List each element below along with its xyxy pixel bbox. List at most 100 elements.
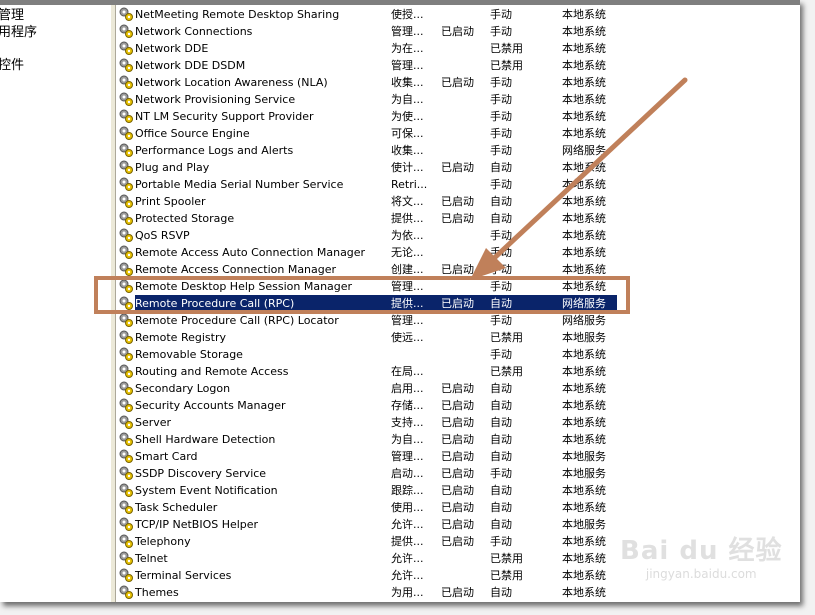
service-row[interactable]: Plug and Play 使计... 已启动 自动 本地系统: [116, 159, 626, 176]
service-status: 已启动: [441, 25, 474, 38]
service-row[interactable]: Removable Storage 手动 本地系统: [116, 346, 626, 363]
service-row[interactable]: Server 支持... 已启动 自动 本地系统: [116, 414, 626, 431]
service-row[interactable]: Remote Desktop Help Session Manager 管理...…: [116, 278, 626, 295]
service-gear-icon: [118, 125, 134, 141]
service-row-selected[interactable]: Remote Procedure Call (RPC) 提供... 已启动 自动 网络服…: [119, 295, 617, 312]
service-description: 管理...: [391, 314, 424, 327]
service-name: Terminal Services: [135, 569, 232, 582]
service-row[interactable]: Network DDE 为在... 已禁用 本地系统: [116, 40, 626, 57]
service-name: Plug and Play: [135, 161, 210, 174]
service-startup-type: 已禁用: [490, 569, 523, 582]
service-startup-type: 自动: [490, 212, 512, 225]
service-gear-icon: [118, 278, 134, 294]
service-row[interactable]: TCP/IP NetBIOS Helper 允许... 已启动 自动 本地服务: [116, 516, 626, 533]
service-row[interactable]: Remote Access Auto Connection Manager 无论.…: [116, 244, 626, 261]
service-startup-type: 自动: [490, 297, 512, 310]
service-startup-type: 手动: [490, 280, 512, 293]
service-row[interactable]: Shell Hardware Detection 为自... 已启动 自动 本地系统: [116, 431, 626, 448]
service-startup-type: 手动: [490, 601, 512, 602]
service-gear-icon: [118, 91, 134, 107]
service-row[interactable]: QoS RSVP 为依... 手动 本地系统: [116, 227, 626, 244]
service-row[interactable]: Protected Storage 提供... 已启动 自动 本地系统: [116, 210, 626, 227]
service-logon-as: 本地服务: [562, 331, 606, 344]
service-name: Network Provisioning Service: [135, 93, 296, 106]
service-row[interactable]: Network Location Awareness (NLA) 收集... 已启动…: [116, 74, 626, 91]
service-logon-as: 本地系统: [562, 93, 606, 106]
service-row[interactable]: Network Provisioning Service 为自... 手动 本地系统: [116, 91, 626, 108]
service-logon-as: 本地系统: [562, 399, 606, 412]
service-gear-icon: [118, 482, 134, 498]
service-row[interactable]: Smart Card 管理... 已启动 自动 本地服务: [116, 448, 626, 465]
service-row[interactable]: Remote Procedure Call (RPC) Locator 管理...…: [116, 312, 626, 329]
service-row[interactable]: NetMeeting Remote Desktop Sharing 使授... 手动…: [116, 6, 626, 23]
service-logon-as: 本地系统: [562, 280, 606, 293]
service-gear-icon: [118, 193, 134, 209]
service-name: Portable Media Serial Number Service: [135, 178, 344, 191]
service-status: 已启动: [441, 518, 474, 531]
service-startup-type: 自动: [490, 195, 512, 208]
service-description: 无论...: [391, 246, 424, 259]
service-row[interactable]: Remote Access Connection Manager 创建... 已启动…: [116, 261, 626, 278]
service-description: 使授...: [391, 8, 424, 21]
service-row[interactable]: Remote Registry 使远... 已禁用 本地服务: [116, 329, 626, 346]
service-row[interactable]: Uninterruptible Power Supply 管理... 手动 本地服务: [116, 601, 626, 602]
service-description: Retri...: [391, 178, 428, 191]
service-row[interactable]: NT LM Security Support Provider 为使... 手动 本地…: [116, 108, 626, 125]
service-row[interactable]: Print Spooler 将文... 已启动 自动 本地系统: [116, 193, 626, 210]
service-row[interactable]: Themes 为用... 已启动 自动 本地系统: [116, 584, 626, 601]
service-row[interactable]: Office Source Engine 可保... 手动 本地系统: [116, 125, 626, 142]
service-status: 已启动: [441, 586, 474, 599]
service-row[interactable]: Performance Logs and Alerts 收集... 手动 网络服务: [116, 142, 626, 159]
service-name: Telnet: [135, 552, 168, 565]
service-row[interactable]: Secondary Logon 启用... 已启动 自动 本地系统: [116, 380, 626, 397]
service-name: Network Location Awareness (NLA): [135, 76, 328, 89]
service-startup-type: 手动: [490, 8, 512, 21]
service-row[interactable]: Network Connections 管理... 已启动 手动 本地系统: [116, 23, 626, 40]
tree-item-management[interactable]: 管理: [0, 8, 24, 24]
service-logon-as: 本地系统: [562, 246, 606, 259]
service-row[interactable]: Portable Media Serial Number Service Retr…: [116, 176, 626, 193]
service-gear-icon: [118, 176, 134, 192]
service-description: 管理...: [391, 280, 424, 293]
service-logon-as: 本地服务: [562, 601, 606, 602]
service-description: 启动...: [391, 467, 424, 480]
service-row[interactable]: Telnet 允许... 已禁用 本地系统: [116, 550, 626, 567]
service-logon-as: 本地系统: [562, 25, 606, 38]
service-row[interactable]: Telephony 提供... 已启动 手动 本地系统: [116, 533, 626, 550]
service-row[interactable]: System Event Notification 跟踪... 已启动 自动 本地系统: [116, 482, 626, 499]
service-row[interactable]: Network DDE DSDM 管理... 已禁用 本地系统: [116, 57, 626, 74]
service-gear-icon: [118, 6, 134, 22]
service-name: NetMeeting Remote Desktop Sharing: [135, 8, 340, 21]
service-row[interactable]: Security Accounts Manager 存储... 已启动 自动 本地系统: [116, 397, 626, 414]
service-gear-icon: [118, 346, 134, 362]
service-startup-type: 手动: [490, 229, 512, 242]
service-row[interactable]: SSDP Discovery Service 启动... 已启动 手动 本地服务: [116, 465, 626, 482]
service-gear-icon: [118, 295, 134, 311]
service-description: 将文...: [391, 195, 424, 208]
service-row[interactable]: Task Scheduler 使用... 已启动 自动 本地系统: [116, 499, 626, 516]
service-startup-type: 自动: [490, 382, 512, 395]
service-row[interactable]: Routing and Remote Access 在局... 已禁用 本地系统: [116, 363, 626, 380]
service-gear-icon: [118, 465, 134, 481]
service-logon-as: 本地系统: [562, 127, 606, 140]
service-logon-as: 本地系统: [562, 586, 606, 599]
service-logon-as: 本地系统: [562, 416, 606, 429]
service-startup-type: 自动: [490, 518, 512, 531]
service-name: Office Source Engine: [135, 127, 250, 140]
service-logon-as: 本地服务: [562, 518, 606, 531]
service-description: 允许...: [391, 552, 424, 565]
service-status: 已启动: [441, 467, 474, 480]
tree-item-applications[interactable]: 用程序: [0, 25, 37, 41]
service-gear-icon: [118, 550, 134, 566]
service-gear-icon: [118, 397, 134, 413]
service-description: 使用...: [391, 501, 424, 514]
service-name: Removable Storage: [135, 348, 243, 361]
service-logon-as: 本地系统: [562, 161, 606, 174]
tree-item-controls[interactable]: 控件: [0, 58, 24, 74]
service-logon-as: 本地系统: [562, 348, 606, 361]
service-status: 已启动: [441, 433, 474, 446]
service-row[interactable]: Terminal Services 允许... 已禁用 本地系统: [116, 567, 626, 584]
service-name: TCP/IP NetBIOS Helper: [135, 518, 259, 531]
service-gear-icon: [118, 499, 134, 515]
service-name: Task Scheduler: [135, 501, 218, 514]
